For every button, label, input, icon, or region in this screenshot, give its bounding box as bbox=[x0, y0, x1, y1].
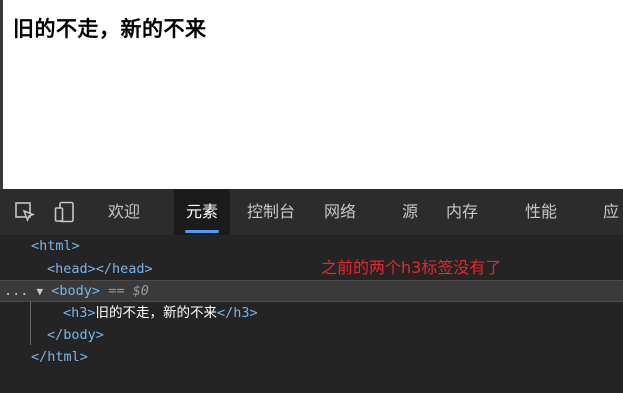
tab-memory[interactable]: 内存 bbox=[446, 189, 478, 235]
inspect-element-icon[interactable] bbox=[14, 201, 36, 223]
tab-network[interactable]: 网络 bbox=[324, 189, 356, 235]
dom-node-html-open[interactable]: <html> bbox=[31, 235, 80, 257]
dom-node-h3[interactable]: <h3>旧的不走，新的不来</h3> bbox=[63, 302, 258, 324]
tab-elements[interactable]: 元素 bbox=[174, 189, 231, 235]
expand-arrow-icon[interactable]: ▼ bbox=[37, 285, 44, 298]
devtools-panel: 欢迎 元素 控制台 网络 源 内存 性能 应 <html> <head></he… bbox=[0, 189, 623, 393]
red-annotation-text: 之前的两个h3标签没有了 bbox=[321, 258, 502, 277]
dom-node-html-close[interactable]: </html> bbox=[31, 346, 88, 368]
dom-node-head[interactable]: <head></head> bbox=[47, 258, 153, 280]
page-heading: 旧的不走，新的不来 bbox=[13, 17, 207, 41]
tab-performance[interactable]: 性能 bbox=[525, 189, 557, 235]
tree-indent-guide bbox=[30, 301, 31, 345]
dom-node-body-open[interactable]: ... ▼ <body> == $0 bbox=[4, 280, 149, 302]
rendered-page: 旧的不走，新的不来 bbox=[0, 0, 623, 189]
devtools-tabbar: 欢迎 元素 控制台 网络 源 内存 性能 应 bbox=[0, 189, 623, 235]
more-actions-dots[interactable]: ... bbox=[4, 283, 28, 299]
dom-node-body-close[interactable]: </body> bbox=[47, 324, 104, 346]
tab-welcome[interactable]: 欢迎 bbox=[108, 189, 140, 235]
selected-node-marker: == $0 bbox=[108, 283, 149, 299]
device-emulation-icon[interactable] bbox=[54, 201, 76, 223]
tab-console[interactable]: 控制台 bbox=[247, 189, 295, 235]
tab-sources[interactable]: 源 bbox=[402, 189, 418, 235]
elements-dom-tree: <html> <head></head> ... ▼ <body> == $0 … bbox=[0, 235, 623, 393]
tab-application[interactable]: 应 bbox=[603, 189, 619, 235]
h3-text-content: 旧的不走，新的不来 bbox=[95, 305, 218, 321]
